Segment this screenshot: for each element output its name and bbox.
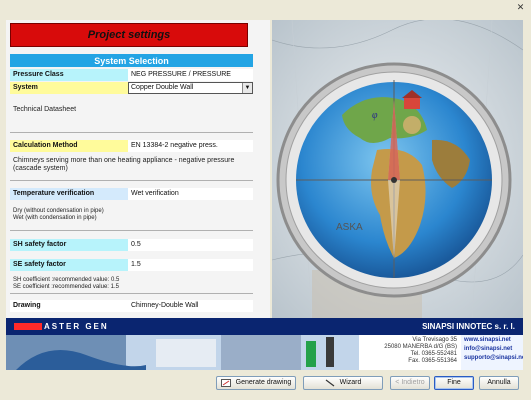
sh-coefficient-note: SH coefficient :recommended value: 0.5: [13, 277, 120, 283]
page-title: Project settings: [10, 23, 248, 47]
company-contacts: www.sinapsi.net info@sinapsi.net support…: [461, 335, 523, 370]
sh-safety-label: SH safety factor: [10, 239, 128, 251]
drawing-label: Drawing: [10, 300, 128, 312]
calc-description-line-2: (cascade system): [13, 165, 68, 172]
temp-note-wet: Wet (with condensation in pipe): [13, 215, 97, 221]
divider: [10, 180, 253, 181]
info-email-link[interactable]: info@sinapsi.net: [464, 345, 523, 354]
calculation-method-value: EN 13384-2 negative press.: [128, 140, 253, 152]
generate-drawing-label: Generate drawing: [235, 379, 292, 386]
finish-button[interactable]: Fine: [434, 376, 474, 390]
coefficient-notes: SH coefficient :recommended value: 0.5 S…: [13, 277, 119, 291]
aster-gen-logo: [14, 323, 42, 330]
technical-datasheet-link[interactable]: Technical Datasheet: [13, 106, 76, 114]
calculation-method-row: Calculation Method EN 13384-2 negative p…: [10, 140, 253, 152]
system-row: System Copper Double Wall ▼: [10, 82, 253, 94]
svg-text:ASKA: ASKA: [336, 222, 363, 233]
address-line: Via Trevisago 35: [412, 337, 457, 343]
compass-globe-illustration: φ ASKA: [272, 20, 523, 318]
divider: [10, 132, 253, 133]
support-email-link[interactable]: supporto@sinapsi.net: [464, 354, 523, 363]
banner-header: ASTER GEN SINAPSI INNOTEC s. r. l.: [6, 318, 523, 335]
system-select-value: Copper Double Wall: [131, 84, 194, 91]
drawing-icon: [220, 379, 231, 387]
address-line: Tel. 0365-552481: [410, 351, 457, 357]
pressure-class-value: NEG PRESSURE / PRESSURE: [128, 69, 253, 81]
dialog-footer: Generate drawing Wizard < Indietro Fine …: [0, 370, 531, 400]
calculation-method-label: Calculation Method: [10, 140, 128, 152]
aster-gen-brand: ASTER GEN: [44, 322, 109, 331]
generate-drawing-button[interactable]: Generate drawing: [216, 376, 296, 390]
se-coefficient-note: SE coefficient :recommended value: 1.5: [13, 284, 119, 290]
sinapsi-brand: SINAPSI INNOTEC s. r. l.: [422, 322, 515, 331]
settings-panel: Project settings System Selection Pressu…: [6, 20, 270, 320]
calc-description-line-1: Chimneys serving more than one heating a…: [13, 157, 235, 164]
se-safety-row: SE safety factor 1.5: [10, 259, 253, 271]
temperature-verification-label: Temperature verification: [10, 188, 128, 200]
temperature-verification-row: Temperature verification Wet verificatio…: [10, 188, 253, 200]
calculation-description: Chimneys serving more than one heating a…: [13, 157, 234, 173]
company-banner: ASTER GEN SINAPSI INNOTEC s. r. l. Via T…: [6, 318, 523, 370]
back-button[interactable]: < Indietro: [390, 376, 430, 390]
address-line: 25080 MANERBA d/G (BS): [384, 344, 457, 350]
drawing-value[interactable]: Chimney-Double Wall: [128, 300, 253, 312]
svg-text:φ: φ: [372, 110, 378, 121]
divider: [10, 293, 253, 294]
cancel-button[interactable]: Annulla: [479, 376, 519, 390]
wizard-button[interactable]: Wizard: [303, 376, 383, 390]
temp-note-dry: Dry (without condensation in pipe): [13, 208, 104, 214]
company-address: Via Trevisago 35 25080 MANERBA d/G (BS) …: [359, 335, 461, 370]
project-settings-window: ✕ Project settings System Selection Pres…: [0, 0, 531, 400]
sh-safety-row: SH safety factor 0.5: [10, 239, 253, 251]
temperature-notes: Dry (without condensation in pipe) Wet (…: [13, 208, 104, 222]
se-safety-input[interactable]: 1.5: [128, 259, 253, 271]
close-icon[interactable]: ✕: [515, 3, 526, 12]
compass-globe-image: φ ASKA: [272, 20, 523, 318]
drawing-row: Drawing Chimney-Double Wall: [10, 300, 253, 312]
address-line: Fax. 0365-551364: [408, 358, 457, 364]
divider: [10, 230, 253, 231]
section-header-system-selection: System Selection: [10, 54, 253, 67]
system-label: System: [10, 82, 128, 94]
temperature-verification-value[interactable]: Wet verification: [128, 188, 253, 200]
pressure-class-row: Pressure Class NEG PRESSURE / PRESSURE: [10, 69, 253, 81]
wizard-label: Wizard: [339, 379, 362, 386]
pressure-class-label: Pressure Class: [10, 69, 128, 81]
banner-product-image: [6, 335, 359, 370]
wizard-icon: [325, 379, 335, 387]
se-safety-label: SE safety factor: [10, 259, 128, 271]
system-select[interactable]: Copper Double Wall ▼: [128, 82, 253, 94]
website-link[interactable]: www.sinapsi.net: [464, 336, 523, 345]
sh-safety-input[interactable]: 0.5: [128, 239, 253, 251]
dropdown-arrow-icon[interactable]: ▼: [242, 83, 252, 93]
